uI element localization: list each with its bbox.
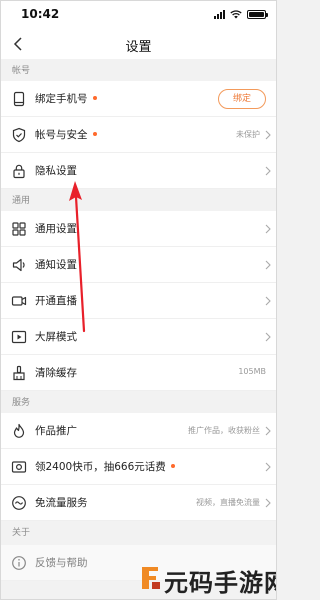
annotation-arrow: [69, 181, 86, 333]
watermark-text: 元码手游网: [164, 569, 277, 597]
settings-screen: 10:42 设置 帐号 绑定手机号 绑定 帐号与安全 未保护 隐私设置 通用 通…: [0, 0, 277, 600]
logo-mark-icon: [142, 567, 160, 589]
watermark-logo: 元码手游网: [138, 561, 276, 597]
